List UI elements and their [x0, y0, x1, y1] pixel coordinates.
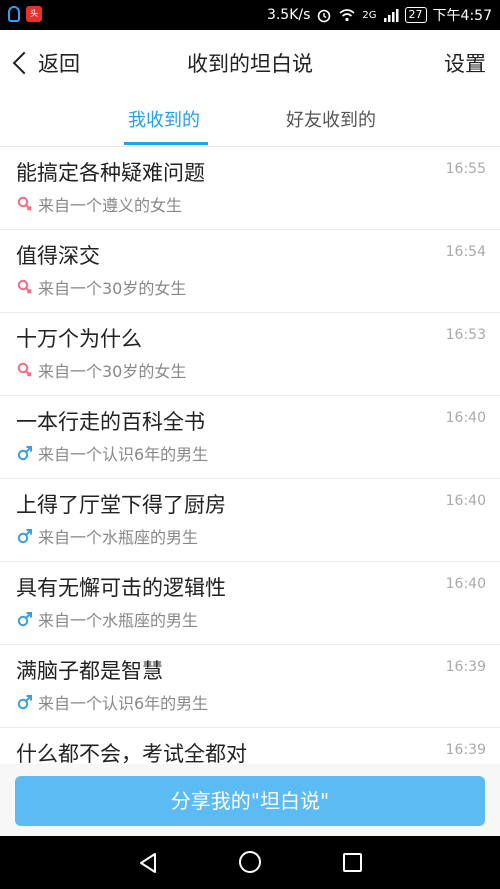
item-title: 具有无懈可击的逻辑性: [16, 576, 226, 600]
list-item[interactable]: 什么都不会，考试全都对 16:39: [0, 728, 500, 764]
item-title: 什么都不会，考试全都对: [16, 742, 247, 764]
page-title: 收到的坦白说: [187, 52, 313, 76]
list-item[interactable]: 能搞定各种疑难问题 16:55 来自一个遵义的女生: [0, 147, 500, 230]
notification-news-icon: 头: [26, 6, 42, 22]
item-source: 来自一个30岁的女生: [38, 279, 187, 298]
item-source: 来自一个水瓶座的男生: [38, 528, 199, 547]
settings-button[interactable]: 设置: [444, 48, 486, 78]
item-time: 16:40: [445, 576, 486, 592]
item-title: 能搞定各种疑难问题: [16, 161, 205, 185]
list-item[interactable]: 上得了厅堂下得了厨房 16:40 来自一个水瓶座的男生: [0, 479, 500, 562]
item-title: 一本行走的百科全书: [16, 410, 205, 434]
status-right: 3.5K/s 2G 27 下午4:57: [267, 6, 492, 24]
network-speed: 3.5K/s: [266, 7, 311, 23]
status-notification-icons: 头: [8, 6, 42, 22]
male-icon: [16, 693, 34, 711]
nav-back-icon[interactable]: [138, 852, 158, 874]
item-time: 16:39: [445, 659, 486, 675]
item-title: 满脑子都是智慧: [16, 659, 163, 683]
list-item[interactable]: 一本行走的百科全书 16:40 来自一个认识6年的男生: [0, 396, 500, 479]
wifi-icon: [339, 9, 355, 22]
nav-home-icon[interactable]: [239, 851, 261, 873]
list-item[interactable]: 具有无懈可击的逻辑性 16:40 来自一个水瓶座的男生: [0, 562, 500, 645]
item-time: 16:54: [445, 244, 486, 260]
battery-indicator: 27: [404, 7, 427, 23]
item-title: 值得深交: [16, 244, 100, 268]
female-icon: [16, 361, 34, 379]
tab-received-by-friends[interactable]: 好友收到的: [286, 106, 376, 132]
list-item[interactable]: 满脑子都是智慧 16:39 来自一个认识6年的男生: [0, 645, 500, 728]
tab-received-by-me[interactable]: 我收到的: [128, 106, 200, 132]
nav-recent-apps-icon[interactable]: [343, 853, 362, 872]
network-type: 2G: [362, 9, 377, 21]
item-source: 来自一个30岁的女生: [38, 362, 187, 381]
female-icon: [16, 195, 34, 213]
item-time: 16:55: [445, 161, 486, 177]
list-item[interactable]: 十万个为什么 16:53 来自一个30岁的女生: [0, 313, 500, 396]
item-source: 来自一个水瓶座的男生: [38, 611, 199, 630]
item-source: 来自一个认识6年的男生: [38, 445, 209, 464]
item-title: 上得了厅堂下得了厨房: [16, 493, 226, 517]
item-source: 来自一个认识6年的男生: [38, 694, 209, 713]
share-bar: 分享我的"坦白说": [0, 764, 500, 836]
status-time: 下午4:57: [432, 8, 492, 24]
alarm-icon: [318, 9, 331, 23]
confession-list[interactable]: 能搞定各种疑难问题 16:55 来自一个遵义的女生 值得深交 16:54 来自一…: [0, 147, 500, 764]
system-navigation-bar: [0, 836, 500, 889]
status-bar: 头 3.5K/s 2G 27 下午4:57: [0, 0, 500, 30]
item-title: 十万个为什么: [16, 327, 142, 351]
signal-icon: [383, 9, 399, 22]
male-icon: [16, 527, 34, 545]
share-button[interactable]: 分享我的"坦白说": [15, 776, 485, 826]
notification-app-icon: [8, 6, 20, 22]
item-time: 16:40: [445, 410, 486, 426]
list-item[interactable]: 值得深交 16:54 来自一个30岁的女生: [0, 230, 500, 313]
item-time: 16:53: [445, 327, 486, 343]
male-icon: [16, 610, 34, 628]
item-time: 16:40: [445, 493, 486, 509]
nav-bar: 返回 收到的坦白说 设置: [0, 30, 500, 94]
item-time: 16:39: [445, 742, 486, 758]
item-source: 来自一个遵义的女生: [38, 196, 183, 215]
tab-bar: 我收到的 好友收到的: [0, 94, 500, 147]
female-icon: [16, 278, 34, 296]
male-icon: [16, 444, 34, 462]
active-tab-indicator: [124, 142, 208, 145]
